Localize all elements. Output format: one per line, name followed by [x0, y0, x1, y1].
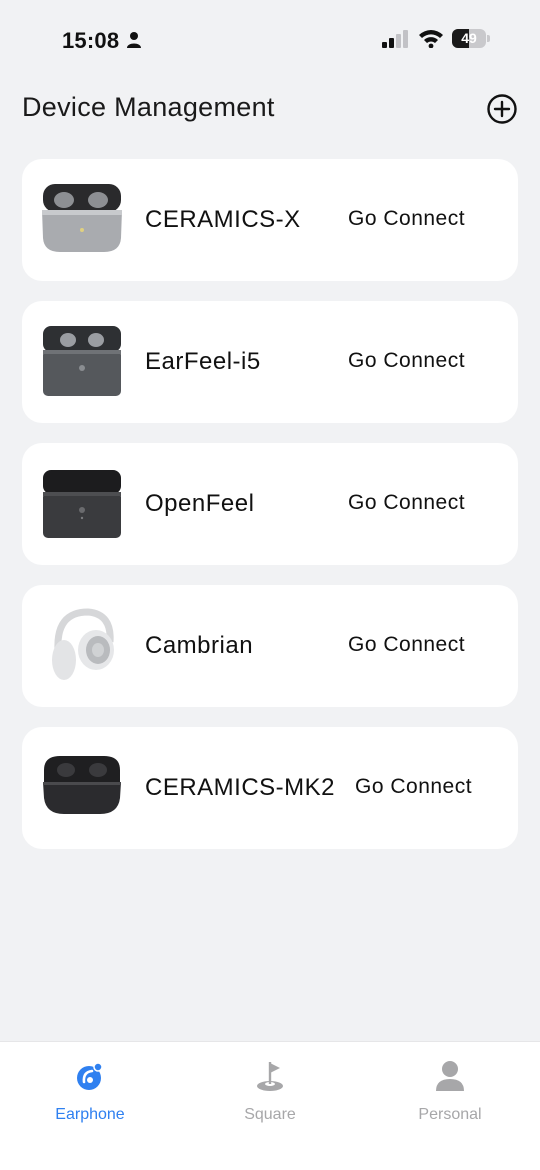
earbuds-case-dark-round-image [43, 756, 121, 814]
device-card-ceramics-x[interactable]: CERAMICS-X Go Connect [22, 159, 518, 281]
wifi-icon [419, 30, 443, 48]
go-connect-button[interactable]: Go Connect [355, 775, 472, 799]
battery-indicator: 49 [452, 29, 492, 49]
device-list: CERAMICS-X Go Connect EarFeel-i5 Go Conn… [22, 159, 518, 869]
device-card-earfeel-i5[interactable]: EarFeel-i5 Go Connect [22, 301, 518, 423]
cellular-signal-icon [382, 30, 408, 48]
tab-earphone[interactable]: Earphone [0, 1056, 180, 1136]
device-card-ceramics-mk2[interactable]: CERAMICS-MK2 Go Connect [22, 727, 518, 849]
device-card-cambrian[interactable]: Cambrian Go Connect [22, 585, 518, 707]
person-status-icon [127, 32, 141, 48]
status-bar: 15:08 49 [0, 0, 540, 80]
tab-label: Square [244, 1106, 296, 1123]
earbuds-case-silver-image [42, 184, 122, 252]
go-connect-button[interactable]: Go Connect [348, 491, 465, 515]
go-connect-button[interactable]: Go Connect [348, 207, 465, 231]
device-card-openfeel[interactable]: OpenFeel Go Connect [22, 443, 518, 565]
headphones-white-image [52, 608, 114, 680]
status-time: 15:08 [62, 28, 120, 53]
tab-square[interactable]: Square [180, 1056, 360, 1136]
go-connect-button[interactable]: Go Connect [348, 633, 465, 657]
go-connect-button[interactable]: Go Connect [348, 349, 465, 373]
device-name: CERAMICS-X [145, 206, 301, 233]
device-name: OpenFeel [145, 490, 255, 517]
bottom-tab-bar: Earphone Square Personal [0, 1041, 540, 1170]
tab-label: Personal [418, 1106, 482, 1123]
battery-percentage: 49 [461, 30, 477, 46]
add-device-button[interactable] [486, 93, 518, 125]
device-name: Cambrian [145, 632, 254, 659]
page-title: Device Management [22, 92, 275, 122]
device-name: CERAMICS-MK2 [145, 774, 336, 801]
earphone-icon [77, 1062, 103, 1090]
tab-label: Earphone [55, 1106, 125, 1123]
earbuds-case-black-image [43, 470, 121, 538]
flag-icon [257, 1062, 283, 1091]
person-icon [436, 1061, 464, 1091]
tab-personal[interactable]: Personal [360, 1056, 540, 1136]
device-name: EarFeel-i5 [145, 348, 261, 375]
earbuds-case-gunmetal-image [43, 326, 121, 396]
